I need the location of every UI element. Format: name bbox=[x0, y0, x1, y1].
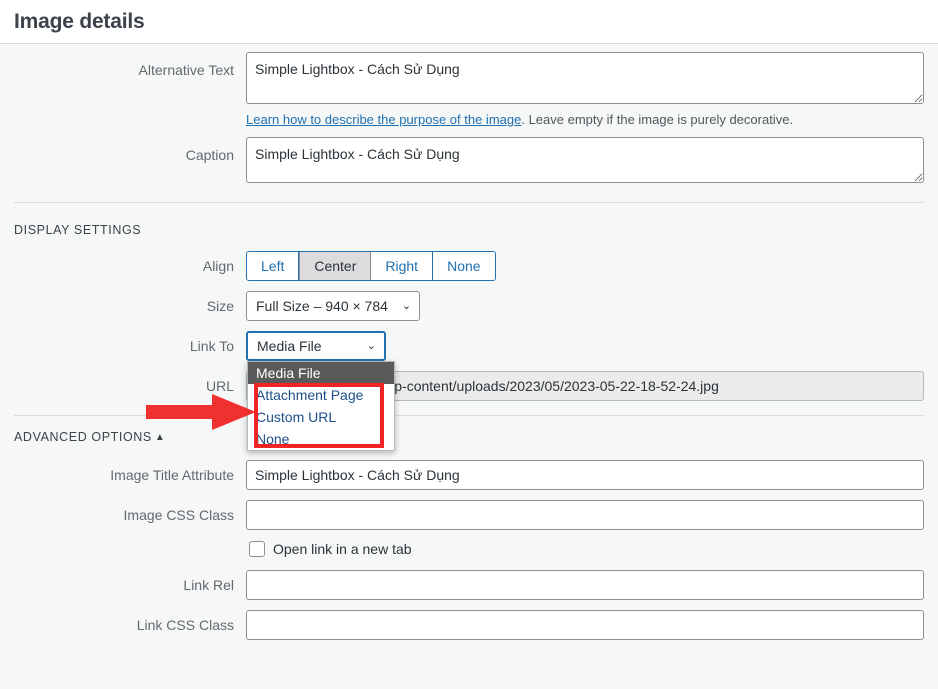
link-to-select-face[interactable]: Media File ⌄ bbox=[246, 331, 386, 361]
align-button-group[interactable]: Left Center Right None bbox=[246, 251, 496, 281]
size-row: Size Full Size – 940 × 784 ⌄ bbox=[0, 281, 938, 321]
image-css-class-input[interactable] bbox=[246, 500, 924, 530]
advanced-options-heading[interactable]: Advanced options ▲ bbox=[0, 416, 938, 444]
link-rel-input[interactable] bbox=[246, 570, 924, 600]
align-right-button[interactable]: Right bbox=[371, 252, 434, 280]
image-title-field-wrap bbox=[246, 460, 924, 490]
caption-label: Caption bbox=[185, 147, 234, 163]
image-css-class-label: Image CSS Class bbox=[123, 507, 234, 523]
link-rel-row: Link Rel bbox=[0, 558, 938, 600]
link-to-options-list[interactable]: Media File Attachment Page Custom URL No… bbox=[247, 361, 395, 451]
describe-image-link[interactable]: Learn how to describe the purpose of the… bbox=[246, 112, 521, 127]
display-settings-heading: Display settings bbox=[14, 223, 142, 237]
align-left-button[interactable]: Left bbox=[247, 252, 300, 280]
size-label: Size bbox=[206, 298, 234, 314]
link-to-option-custom-url[interactable]: Custom URL bbox=[248, 406, 394, 428]
size-field-wrap: Full Size – 940 × 784 ⌄ bbox=[246, 291, 924, 321]
open-new-tab-row: Open link in a new tab bbox=[0, 530, 938, 558]
caption-field-wrap: Simple Lightbox - Cách Sử Dụng bbox=[246, 137, 924, 186]
link-to-select-value: Media File bbox=[257, 338, 322, 354]
triangle-up-icon: ▲ bbox=[154, 432, 166, 443]
chevron-down-icon: ⌄ bbox=[401, 299, 412, 312]
chevron-down-icon: ⌄ bbox=[366, 339, 376, 352]
alt-text-input[interactable]: Simple Lightbox - Cách Sử Dụng bbox=[246, 52, 924, 104]
link-to-select[interactable]: Media File ⌄ Media File Attachment Page … bbox=[246, 331, 395, 451]
link-css-class-field-wrap bbox=[246, 610, 924, 640]
link-to-field-wrap: Media File ⌄ Media File Attachment Page … bbox=[246, 331, 924, 451]
link-rel-field-wrap bbox=[246, 570, 924, 600]
align-center-button[interactable]: Center bbox=[299, 252, 372, 280]
size-select-face[interactable]: Full Size – 940 × 784 ⌄ bbox=[246, 291, 421, 321]
help-spacer bbox=[14, 111, 246, 129]
link-to-row: Link To Media File ⌄ Media File Attachme… bbox=[0, 321, 938, 451]
caption-row: Caption Simple Lightbox - Cách Sử Dụng bbox=[0, 129, 938, 186]
image-title-label: Image Title Attribute bbox=[110, 467, 234, 483]
link-css-class-row: Link CSS Class bbox=[0, 600, 938, 640]
caption-input[interactable]: Simple Lightbox - Cách Sử Dụng bbox=[246, 137, 924, 183]
image-details-form: Alternative Text Simple Lightbox - Cách … bbox=[0, 44, 938, 640]
alt-text-help-row: Learn how to describe the purpose of the… bbox=[0, 107, 938, 129]
image-title-input[interactable] bbox=[246, 460, 924, 490]
link-rel-label: Link Rel bbox=[183, 577, 234, 593]
link-to-label: Link To bbox=[189, 338, 234, 354]
size-select[interactable]: Full Size – 940 × 784 ⌄ bbox=[246, 291, 421, 321]
link-to-option-attachment-page[interactable]: Attachment Page bbox=[248, 384, 394, 406]
align-field-wrap: Left Center Right None bbox=[246, 251, 924, 281]
alt-text-row: Alternative Text Simple Lightbox - Cách … bbox=[0, 44, 938, 107]
open-new-tab-label[interactable]: Open link in a new tab bbox=[273, 540, 412, 558]
align-row: Align Left Center Right None bbox=[0, 237, 938, 281]
image-css-class-row: Image CSS Class bbox=[0, 490, 938, 530]
image-title-row: Image Title Attribute bbox=[0, 444, 938, 490]
link-css-class-input[interactable] bbox=[246, 610, 924, 640]
alt-text-help: Learn how to describe the purpose of the… bbox=[246, 111, 793, 129]
url-label: URL bbox=[205, 378, 234, 394]
open-new-tab-checkbox[interactable] bbox=[249, 541, 265, 557]
advanced-options-heading-label: Advanced options bbox=[14, 430, 152, 444]
align-none-button[interactable]: None bbox=[433, 252, 495, 280]
modal-header: Image details bbox=[0, 0, 938, 44]
alt-text-field-wrap: Simple Lightbox - Cách Sử Dụng bbox=[246, 52, 924, 107]
link-to-option-none[interactable]: None bbox=[248, 428, 394, 450]
size-select-value: Full Size – 940 × 784 bbox=[256, 298, 388, 314]
image-css-class-field-wrap bbox=[246, 500, 924, 530]
page-title: Image details bbox=[14, 9, 145, 33]
align-label: Align bbox=[202, 258, 234, 274]
alt-text-label: Alternative Text bbox=[138, 62, 234, 78]
url-row: URL bbox=[0, 361, 938, 401]
alt-text-help-rest: . Leave empty if the image is purely dec… bbox=[521, 112, 794, 127]
link-to-option-media-file[interactable]: Media File bbox=[248, 362, 394, 384]
link-css-class-label: Link CSS Class bbox=[136, 617, 234, 633]
